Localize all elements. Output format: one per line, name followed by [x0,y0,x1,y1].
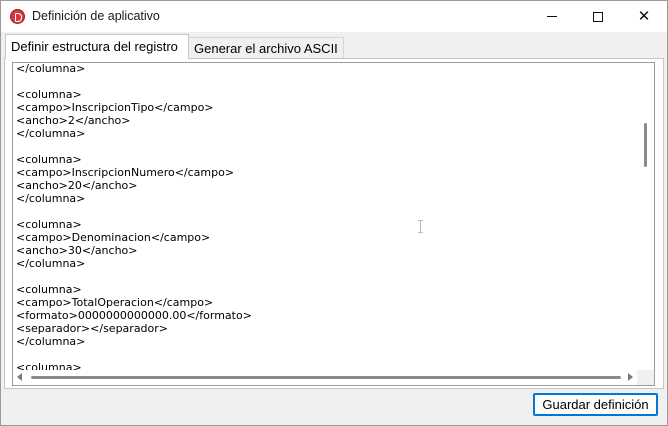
code-line: <ancho>2</ancho> [16,114,131,127]
app-window: Definición de aplicativo ✕ Definir estru… [0,0,668,426]
horizontal-scrollbar[interactable] [13,370,639,385]
code-line: <campo>Denominacion</campo> [16,231,211,244]
code-line: <campo>TotalOperacion</campo> [16,296,214,309]
minimize-button[interactable] [529,1,575,32]
code-line: <formato>0000000000000.00</formato> [16,309,252,322]
tab-generar-archivo[interactable]: Generar el archivo ASCII [188,37,344,58]
close-icon: ✕ [637,7,651,25]
code-line: </columna> [16,257,86,270]
text-cursor-icon [418,220,423,233]
tab-panel: </columna> <columna> <campo>InscripcionTip… [4,58,664,389]
minimize-icon [547,16,557,17]
maximize-icon [593,11,603,22]
code-line: <ancho>30</ancho> [16,244,138,257]
code-line: <ancho>20</ancho> [16,179,138,192]
code-line: <campo>InscripcionNumero</campo> [16,166,235,179]
structure-editor[interactable]: </columna> <columna> <campo>InscripcionTip… [12,62,655,386]
vertical-scrollbar[interactable] [637,63,654,370]
code-line: <columna> [16,153,82,166]
code-line: </columna> [16,192,86,205]
code-line: </columna> [16,335,86,348]
code-line: <campo>InscripcionTipo</campo> [16,101,214,114]
window-title: Definición de aplicativo [32,9,160,23]
maximize-button[interactable] [575,1,621,32]
scroll-right-icon[interactable] [628,373,633,381]
title-bar[interactable]: Definición de aplicativo ✕ [1,1,667,32]
scrollbar-corner [637,370,654,385]
vertical-scroll-thumb[interactable] [644,123,647,167]
code-line: <columna> [16,88,82,101]
code-line: <columna> [16,218,82,231]
code-text[interactable]: </columna> <columna> <campo>InscripcionTip… [16,62,636,370]
tab-definir-estructura[interactable]: Definir estructura del registro [5,34,189,59]
code-line: </columna> [16,127,86,140]
code-line: <columna> [16,283,82,296]
code-line: <separador></separador> [16,322,169,335]
close-button[interactable]: ✕ [621,1,667,32]
scroll-left-icon[interactable] [17,373,22,381]
horizontal-scroll-thumb[interactable] [31,376,621,379]
code-line: <columna> [16,361,82,370]
save-definition-button[interactable]: Guardar definición [533,393,658,416]
app-icon [10,9,25,24]
code-line: </columna> [16,62,86,75]
